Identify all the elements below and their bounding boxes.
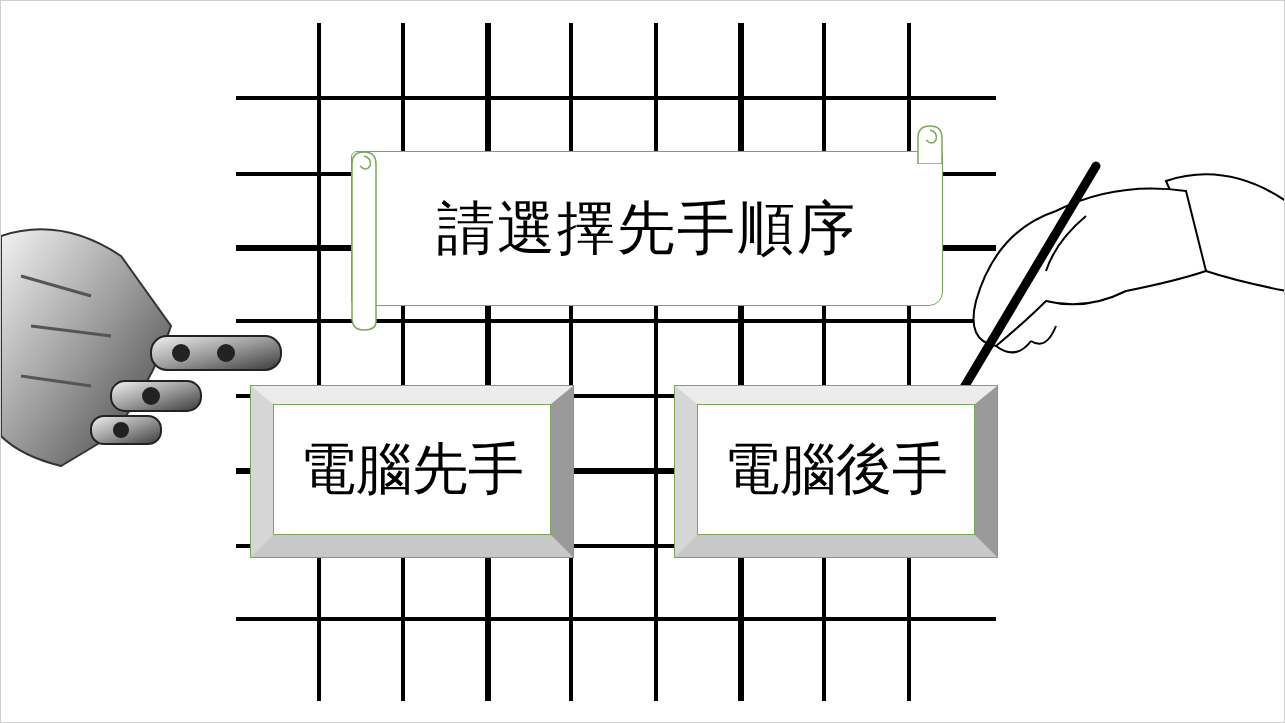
scroll-curl-icon [916, 124, 944, 164]
scroll-curl-icon [350, 150, 378, 332]
dialog-title: 請選擇先手順序 [437, 190, 857, 268]
writing-hand-icon [936, 121, 1285, 431]
game-screen: 請選擇先手順序電腦先手電腦後手 [0, 0, 1285, 723]
order-button[interactable]: 電腦先手 [251, 386, 573, 557]
order-dialog: 請選擇先手順序電腦先手電腦後手 [251, 151, 997, 557]
button-row: 電腦先手電腦後手 [251, 386, 997, 557]
order-button[interactable]: 電腦後手 [675, 386, 997, 557]
title-banner: 請選擇先手順序 [351, 151, 943, 306]
